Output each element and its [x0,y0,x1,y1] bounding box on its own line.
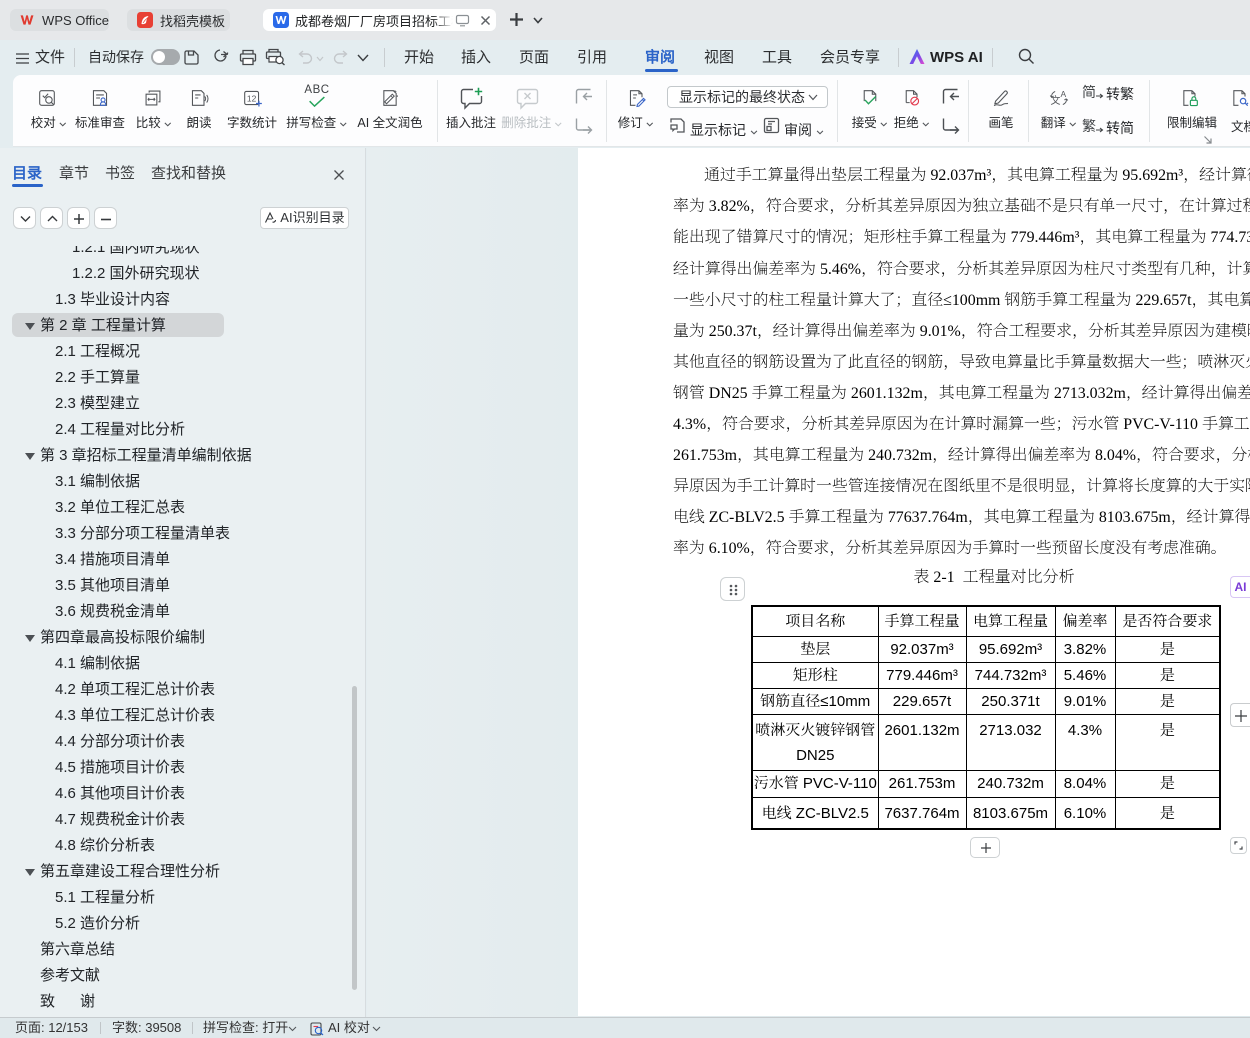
svg-text:A: A [1061,89,1067,99]
svg-text:12: 12 [247,93,257,103]
